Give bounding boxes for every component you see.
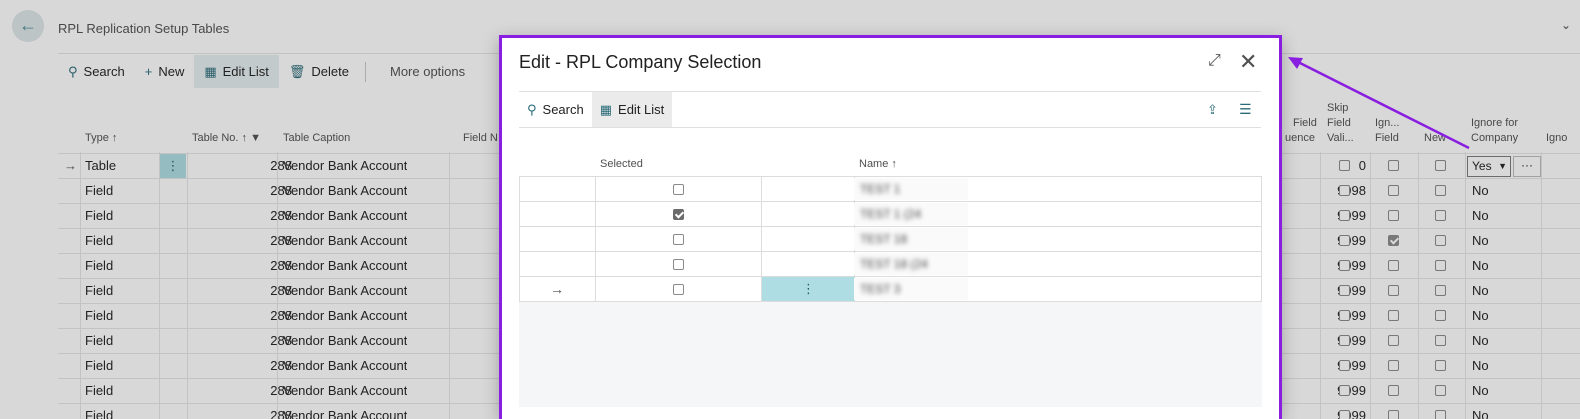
company-name: TEST 1 (24 — [860, 207, 922, 221]
grid-line — [595, 202, 596, 226]
company-name: TEST 18 — [860, 232, 908, 246]
divider — [519, 127, 1261, 128]
company-selection-dialog: Edit - RPL Company Selection ⤢ ✕ ⚲ Search… — [499, 35, 1282, 419]
grid-line — [761, 177, 762, 201]
company-name: TEST 3 — [860, 282, 901, 296]
dialog-toolbar: ⚲ Search ▦ Edit List — [519, 92, 673, 127]
search-icon: ⚲ — [527, 101, 537, 117]
list-view-icon[interactable]: ☰ — [1239, 101, 1252, 118]
list-item[interactable]: TEST 1 (24 — [519, 201, 1262, 226]
share-icon[interactable]: ⇪ — [1207, 102, 1218, 118]
selected-checkbox[interactable] — [673, 259, 684, 270]
selected-checkbox[interactable] — [673, 234, 684, 245]
selected-checkbox[interactable] — [673, 284, 684, 295]
list-item[interactable]: → ⋮ TEST 3 — [519, 276, 1262, 302]
expand-icon[interactable]: ⤢ — [1208, 52, 1221, 70]
list-item[interactable]: TEST 18 — [519, 226, 1262, 251]
close-icon[interactable]: ✕ — [1239, 49, 1257, 75]
edit-list-icon: ▦ — [599, 101, 613, 117]
grid-line — [595, 252, 596, 276]
grid-line — [595, 177, 596, 201]
dialog-edit-list-button[interactable]: ▦ Edit List — [591, 92, 673, 127]
list-item[interactable]: TEST 18 (24 — [519, 251, 1262, 276]
arrow-right-icon: → — [550, 281, 564, 297]
column-selected[interactable]: Selected — [600, 158, 643, 170]
dialog-grid: TEST 1 TEST 1 (24 TEST 18 TEST 18 (24 → ⋮ TEST… — [519, 176, 1262, 407]
dialog-title: Edit - RPL Company Selection — [519, 52, 762, 72]
grid-line — [761, 202, 762, 226]
grid-line — [761, 227, 762, 251]
grid-line — [761, 252, 762, 276]
grid-line — [595, 277, 596, 301]
grid-line — [595, 227, 596, 251]
list-item[interactable]: TEST 1 — [519, 176, 1262, 201]
column-name[interactable]: Name ↑ — [859, 158, 897, 170]
selected-checkbox[interactable] — [673, 209, 684, 220]
company-name: TEST 18 (24 — [860, 257, 928, 271]
dialog-search-button[interactable]: ⚲ Search — [519, 92, 592, 127]
selected-checkbox[interactable] — [673, 184, 684, 195]
vertical-dots-icon[interactable]: ⋮ — [762, 277, 855, 301]
company-name: TEST 1 — [860, 182, 901, 196]
